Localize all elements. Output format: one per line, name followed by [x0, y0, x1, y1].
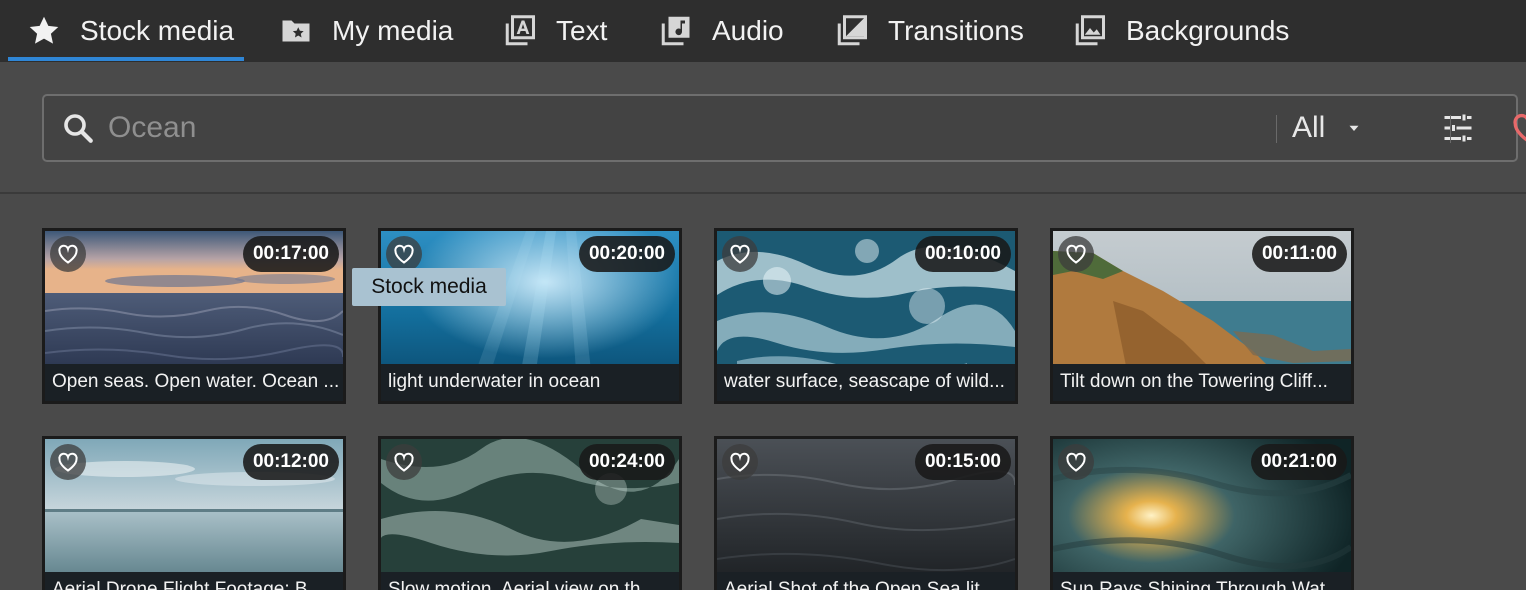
divider [1276, 115, 1277, 143]
media-card[interactable]: 00:24:00 Slow motion. Aerial view on th.… [378, 436, 682, 590]
favorite-button[interactable] [386, 236, 422, 272]
media-card[interactable]: 00:21:00 Sun Rays Shining Through Wat... [1050, 436, 1354, 590]
tab-label: Backgrounds [1126, 15, 1290, 46]
media-card[interactable]: 00:10:00 water surface, seascape of wild… [714, 228, 1018, 404]
folder-star-icon [278, 13, 314, 49]
media-card[interactable]: 00:17:00 Open seas. Open water. Ocean ..… [42, 228, 346, 404]
tab-label: Transitions [888, 15, 1024, 46]
tab-transitions[interactable]: Transitions [834, 0, 1024, 62]
tab-label: Audio [712, 15, 784, 46]
tooltip: Stock media [352, 268, 506, 306]
duration-badge: 00:10:00 [914, 236, 1011, 272]
media-title: Tilt down on the Towering Cliff... [1053, 364, 1351, 401]
media-tab-bar: Stock media My media Text Audio Transiti… [0, 0, 1526, 62]
star-icon [26, 13, 62, 49]
heart-outline-icon [730, 244, 750, 264]
media-card[interactable]: 00:11:00 Tilt down on the Towering Cliff… [1050, 228, 1354, 404]
tab-audio[interactable]: Audio [658, 0, 784, 62]
favorite-button[interactable] [722, 444, 758, 480]
tab-label: Text [556, 15, 608, 46]
duration-badge: 00:15:00 [914, 444, 1011, 480]
sliders-filter-icon[interactable] [1438, 110, 1478, 146]
media-card[interactable]: 00:20:00 light underwater in ocean [378, 228, 682, 404]
heart-outline-icon [730, 452, 750, 472]
caret-down-icon [1349, 125, 1359, 131]
media-card[interactable]: 00:12:00 Aerial Drone Flight Footage: B.… [42, 436, 346, 590]
tab-label: My media [332, 15, 454, 46]
search-section: All [0, 62, 1526, 194]
media-type-value: All [1292, 111, 1326, 144]
tab-text[interactable]: Text [502, 0, 607, 62]
music-note-icon [658, 13, 694, 49]
image-stack-icon [1072, 13, 1108, 49]
duration-badge: 00:24:00 [578, 444, 675, 480]
heart-outline-icon [394, 452, 414, 472]
media-type-dropdown[interactable]: All [1292, 106, 1363, 150]
media-title: Aerial Shot of the Open Sea lit... [717, 572, 1015, 590]
duration-badge: 00:12:00 [242, 444, 339, 480]
media-title: Aerial Drone Flight Footage: B... [45, 572, 343, 590]
active-tab-indicator [8, 57, 244, 61]
transition-icon [834, 13, 870, 49]
favorite-button[interactable] [386, 444, 422, 480]
search-bar: All [42, 94, 1526, 162]
heart-outline-icon [58, 244, 78, 264]
media-title: Sun Rays Shining Through Wat... [1053, 572, 1351, 590]
favorite-button[interactable] [722, 236, 758, 272]
favorites-heart-icon[interactable] [1508, 110, 1526, 146]
media-title: water surface, seascape of wild... [717, 364, 1015, 401]
favorite-button[interactable] [1058, 236, 1094, 272]
media-title: Slow motion. Aerial view on th... [381, 572, 679, 590]
text-icon [502, 13, 538, 49]
search-icon [64, 114, 93, 143]
duration-badge: 00:17:00 [242, 236, 339, 272]
search-input[interactable] [108, 106, 1268, 150]
heart-outline-icon [1066, 244, 1086, 264]
media-title: Open seas. Open water. Ocean ... [45, 364, 343, 401]
duration-badge: 00:20:00 [578, 236, 675, 272]
tab-backgrounds[interactable]: Backgrounds [1072, 0, 1289, 62]
media-title: light underwater in ocean [381, 364, 679, 401]
tab-label: Stock media [80, 15, 235, 46]
heart-outline-icon [58, 452, 78, 472]
favorite-button[interactable] [50, 444, 86, 480]
duration-badge: 00:11:00 [1251, 236, 1347, 272]
media-card[interactable]: 00:15:00 Aerial Shot of the Open Sea lit… [714, 436, 1018, 590]
tab-stock-media[interactable]: Stock media [26, 0, 234, 62]
heart-outline-icon [394, 244, 414, 264]
divider [1450, 115, 1451, 143]
tab-my-media[interactable]: My media [278, 0, 453, 62]
heart-outline-icon [1066, 452, 1086, 472]
duration-badge: 00:21:00 [1250, 444, 1347, 480]
favorite-button[interactable] [1058, 444, 1094, 480]
favorite-button[interactable] [50, 236, 86, 272]
